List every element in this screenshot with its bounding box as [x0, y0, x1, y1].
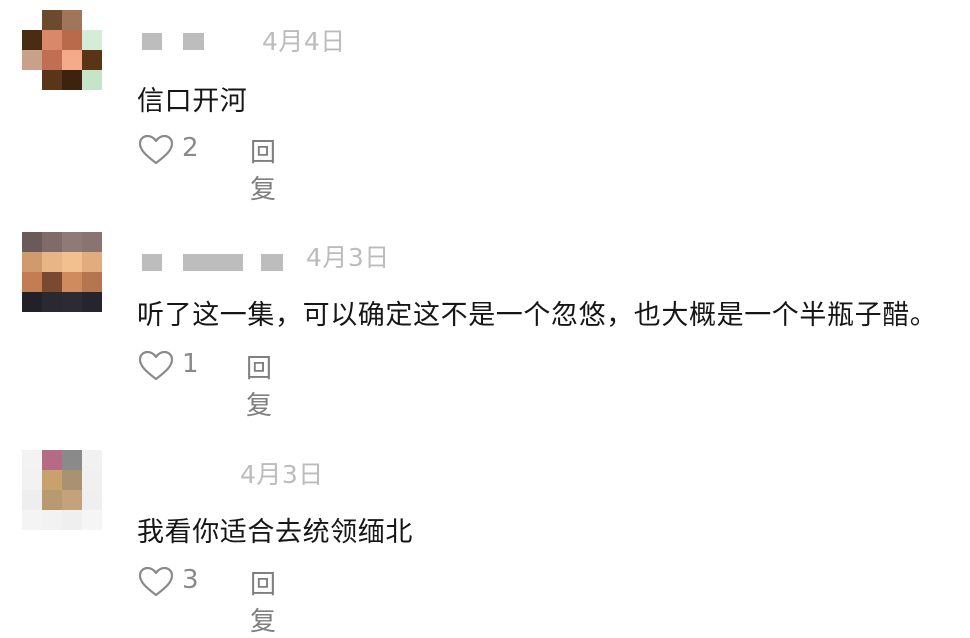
- avatar-mosaic-cell: [22, 470, 42, 490]
- avatar-mosaic-cell: [62, 30, 82, 50]
- avatar-mosaic-cell: [62, 232, 82, 252]
- redaction-block: [142, 33, 162, 50]
- avatar-mosaic-cell: [82, 50, 102, 70]
- avatar-mosaic-cell: [42, 510, 62, 530]
- avatar-mosaic-cell: [62, 10, 82, 30]
- avatar-mosaic-cell: [42, 70, 62, 90]
- avatar-mosaic-cell: [42, 50, 62, 70]
- avatar-mosaic-cell: [42, 252, 62, 272]
- avatar-mosaic-cell: [42, 10, 62, 30]
- redaction-block: [142, 254, 162, 271]
- avatar-mosaic-cell: [42, 292, 62, 312]
- avatar-mosaic-cell: [22, 30, 42, 50]
- avatar-mosaic-cell: [22, 292, 42, 312]
- avatar-mosaic-cell: [22, 70, 42, 90]
- avatar-mosaic-cell: [82, 70, 102, 90]
- avatar-mosaic-cell: [42, 490, 62, 510]
- comment-text: 我看你适合去统领缅北: [137, 517, 413, 548]
- avatar[interactable]: [22, 450, 102, 530]
- avatar-mosaic-cell: [62, 292, 82, 312]
- avatar-mosaic-cell: [82, 490, 102, 510]
- avatar-mosaic-cell: [62, 450, 82, 470]
- redaction-block: [183, 33, 204, 50]
- comment-text: 信口开河: [137, 86, 248, 117]
- heart-icon[interactable]: [138, 566, 174, 598]
- avatar-mosaic-cell: [62, 50, 82, 70]
- avatar-mosaic-cell: [22, 450, 42, 470]
- avatar-mosaic-cell: [82, 450, 102, 470]
- heart-icon[interactable]: [138, 350, 174, 382]
- avatar-mosaic-cell: [82, 10, 102, 30]
- avatar-mosaic-cell: [82, 252, 102, 272]
- avatar-mosaic-cell: [22, 272, 42, 292]
- reply-button[interactable]: 回复: [250, 564, 277, 638]
- avatar-mosaic-cell: [42, 30, 62, 50]
- avatar-mosaic-cell: [22, 10, 42, 30]
- avatar-mosaic-cell: [22, 232, 42, 252]
- avatar-mosaic-cell: [62, 272, 82, 292]
- like-count: 1: [182, 349, 199, 379]
- comment-date: 4月4日: [262, 27, 346, 56]
- heart-icon[interactable]: [138, 134, 174, 166]
- avatar-mosaic-cell: [42, 450, 62, 470]
- avatar-mosaic-cell: [42, 470, 62, 490]
- avatar-mosaic-cell: [62, 490, 82, 510]
- avatar-mosaic-cell: [82, 292, 102, 312]
- avatar-mosaic-cell: [82, 272, 102, 292]
- comment-date: 4月3日: [306, 243, 390, 272]
- redaction-block: [261, 254, 283, 271]
- avatar[interactable]: [22, 10, 102, 90]
- avatar-mosaic-cell: [82, 30, 102, 50]
- avatar-mosaic-cell: [82, 510, 102, 530]
- avatar-mosaic-cell: [42, 232, 62, 252]
- redaction-block: [183, 254, 243, 271]
- avatar[interactable]: [22, 232, 102, 312]
- avatar-mosaic-cell: [22, 510, 42, 530]
- avatar-mosaic-cell: [22, 490, 42, 510]
- comment-date: 4月3日: [240, 460, 324, 489]
- reply-button[interactable]: 回复: [246, 348, 273, 422]
- avatar-mosaic-cell: [22, 252, 42, 272]
- avatar-mosaic-cell: [62, 510, 82, 530]
- like-count: 3: [182, 565, 199, 595]
- avatar-mosaic-cell: [82, 470, 102, 490]
- avatar-mosaic-cell: [22, 50, 42, 70]
- comment-text: 听了这一集，可以确定这不是一个忽悠，也大概是一个半瓶子醋。: [137, 300, 938, 331]
- avatar-mosaic-cell: [82, 232, 102, 252]
- reply-button[interactable]: 回复: [250, 132, 277, 206]
- avatar-mosaic-cell: [62, 470, 82, 490]
- avatar-mosaic-cell: [62, 70, 82, 90]
- like-count: 2: [182, 133, 199, 163]
- avatar-mosaic-cell: [42, 272, 62, 292]
- avatar-mosaic-cell: [62, 252, 82, 272]
